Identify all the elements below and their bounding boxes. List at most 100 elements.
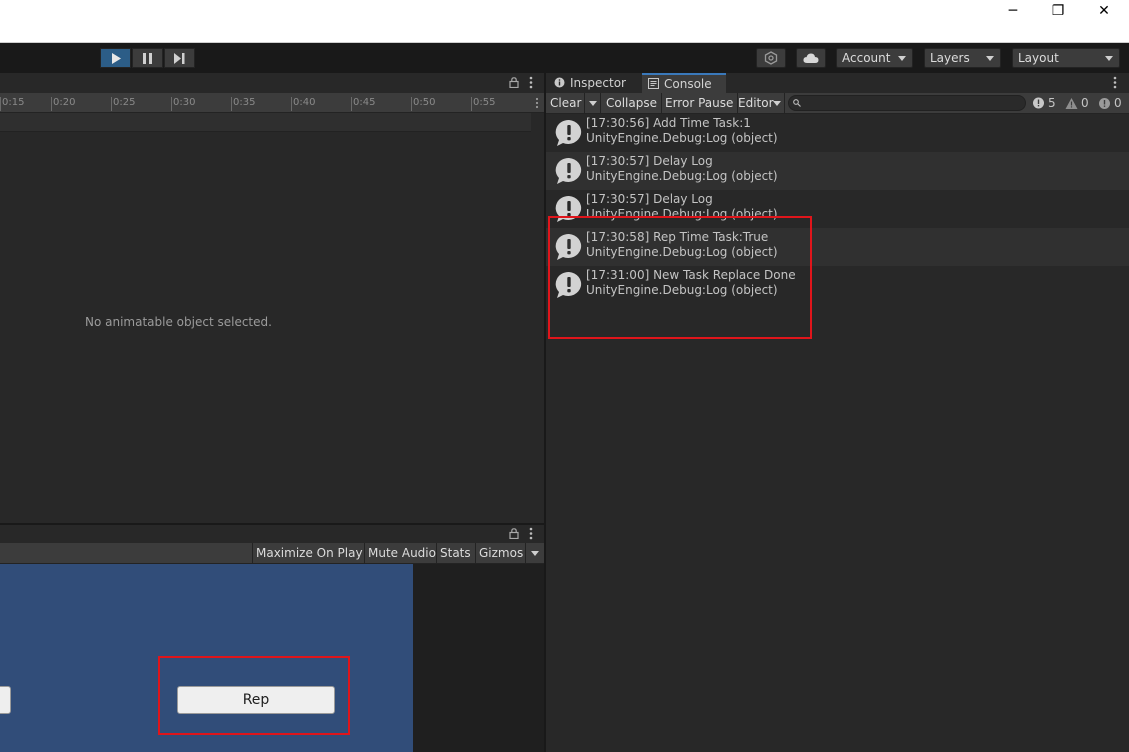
game-button-partial[interactable] (0, 686, 11, 714)
more-options-icon[interactable] (1113, 76, 1117, 89)
more-options-icon[interactable] (529, 527, 533, 540)
more-options-icon[interactable] (535, 97, 539, 109)
account-label: Account (842, 51, 891, 65)
gizmos-toggle[interactable]: Gizmos (475, 543, 526, 563)
log-stack: UnityEngine.Debug:Log (object) (586, 169, 778, 183)
tick-mark (51, 97, 52, 111)
log-entry[interactable]: [17:30:57] Delay Log UnityEngine.Debug:L… (546, 152, 1129, 190)
error-icon (1099, 97, 1110, 109)
tick-mark (231, 97, 232, 111)
error-count-toggle[interactable]: 0 (1098, 95, 1122, 111)
pause-icon (143, 52, 152, 64)
tick-mark (471, 97, 472, 111)
warning-icon (1065, 97, 1078, 109)
layout-label: Layout (1018, 51, 1059, 65)
info-bubble-icon (1033, 97, 1044, 108)
tick-mark (411, 97, 412, 111)
play-icon (111, 52, 121, 64)
clear-options-dropdown[interactable] (585, 93, 601, 113)
collapse-toggle[interactable]: Collapse (602, 93, 662, 113)
layout-dropdown[interactable]: Layout (1012, 48, 1120, 68)
highlight-box-rep (158, 656, 350, 735)
tick-mark (0, 97, 1, 111)
animation-empty-message: No animatable object selected. (85, 315, 272, 329)
layers-dropdown[interactable]: Layers (924, 48, 1001, 68)
collab-button[interactable] (756, 48, 786, 68)
log-count-toggle[interactable]: 5 (1032, 95, 1056, 111)
account-dropdown[interactable]: Account (836, 48, 913, 68)
animation-panel-header (0, 73, 544, 93)
chevron-down-icon (898, 56, 906, 61)
lock-icon[interactable] (509, 77, 519, 88)
tab-console[interactable]: Console (642, 73, 726, 93)
lock-icon[interactable] (509, 528, 519, 539)
tick-mark (111, 97, 112, 111)
log-info-icon (555, 157, 582, 184)
log-info-icon (555, 119, 582, 146)
log-entry-text: [17:30:56] Add Time Task:1 UnityEngine.D… (586, 116, 778, 146)
pause-button[interactable] (132, 48, 163, 68)
stats-toggle[interactable]: Stats (436, 543, 474, 563)
error-count: 0 (1114, 96, 1122, 110)
minimize-button[interactable]: ─ (990, 0, 1036, 22)
tick-label: 0:25 (113, 97, 136, 108)
console-icon (648, 78, 659, 89)
timeline-track (0, 113, 531, 132)
log-stack: UnityEngine.Debug:Log (object) (586, 131, 778, 145)
play-button[interactable] (100, 48, 131, 68)
tick-label: 0:55 (473, 97, 496, 108)
close-button[interactable]: ✕ (1081, 0, 1127, 22)
step-button[interactable] (164, 48, 195, 68)
tick-label: 0:50 (413, 97, 436, 108)
minimize-icon: ─ (1008, 3, 1018, 19)
close-icon: ✕ (1098, 3, 1110, 19)
warning-count-toggle[interactable]: 0 (1065, 95, 1089, 111)
editor-label: Editor (738, 96, 774, 110)
animation-panel: 0:15 0:20 0:25 0:30 0:35 0:40 0:45 0:50 … (0, 73, 544, 523)
layers-label: Layers (930, 51, 970, 65)
timeline-ruler[interactable]: 0:15 0:20 0:25 0:30 0:35 0:40 0:45 0:50 … (0, 93, 544, 113)
tick-label: 0:20 (53, 97, 76, 108)
game-toolbar: Maximize On Play Mute Audio Stats Gizmos (0, 543, 544, 564)
tick-label: 0:45 (353, 97, 376, 108)
log-entry[interactable]: [17:30:56] Add Time Task:1 UnityEngine.D… (546, 114, 1129, 152)
chevron-down-icon (589, 101, 597, 106)
cloud-icon (803, 53, 819, 63)
tab-console-label: Console (664, 77, 712, 91)
tick-mark (351, 97, 352, 111)
more-options-icon[interactable] (529, 76, 533, 89)
step-icon (174, 52, 185, 64)
main-toolbar: Account Layers Layout (0, 43, 1129, 73)
game-panel-header (0, 525, 544, 543)
warning-count: 0 (1081, 96, 1089, 110)
console-panel: Inspector Console Clear Collapse Error P… (546, 73, 1129, 752)
tick-label: 0:40 (293, 97, 316, 108)
maximize-button[interactable]: ❐ (1035, 0, 1081, 22)
play-controls (100, 48, 196, 68)
tab-inspector-label: Inspector (570, 76, 626, 90)
tick-label: 0:35 (233, 97, 256, 108)
restore-icon: ❐ (1051, 3, 1065, 19)
chevron-down-icon (1105, 56, 1113, 61)
chevron-down-icon (531, 551, 539, 556)
chevron-down-icon (773, 101, 781, 106)
tick-mark (291, 97, 292, 111)
mute-audio-toggle[interactable]: Mute Audio (364, 543, 439, 563)
clear-button[interactable]: Clear (546, 93, 585, 113)
chevron-down-icon (986, 56, 994, 61)
editor-dropdown[interactable]: Editor (734, 93, 785, 113)
gizmos-dropdown[interactable] (525, 543, 544, 563)
log-count: 5 (1048, 96, 1056, 110)
tab-inspector[interactable]: Inspector (548, 73, 638, 93)
search-icon (793, 99, 801, 107)
error-pause-toggle[interactable]: Error Pause (661, 93, 739, 113)
console-toolbar: Clear Collapse Error Pause Editor 5 0 0 (546, 93, 1129, 114)
maximize-on-play-toggle[interactable]: Maximize On Play (252, 543, 366, 563)
log-message: [17:30:56] Add Time Task:1 (586, 116, 751, 130)
cloud-button[interactable] (796, 48, 826, 68)
console-search-input[interactable] (788, 95, 1026, 111)
window-title-bar: ─ ❐ ✕ (0, 0, 1129, 43)
log-message: [17:30:57] Delay Log (586, 154, 713, 168)
collab-icon (764, 51, 778, 65)
log-message: [17:30:57] Delay Log (586, 192, 713, 206)
